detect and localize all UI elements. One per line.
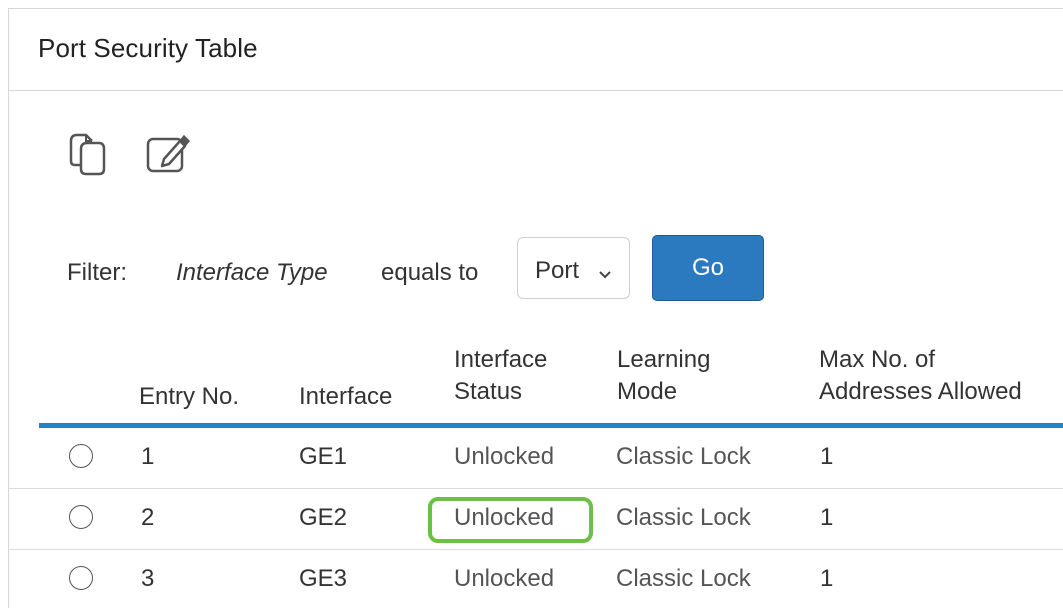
column-header-max-addresses: Max No. of Addresses Allowed <box>819 344 1022 408</box>
status-cell: Unlocked <box>454 443 555 470</box>
interface-cell: GE2 <box>299 504 348 531</box>
max-addresses-cell: 1 <box>820 565 834 592</box>
table-row[interactable]: 3 GE3 Unlocked Classic Lock 1 <box>9 550 1063 608</box>
column-header-interface: Interface <box>299 383 393 410</box>
interface-type-select[interactable]: Port <box>517 237 630 299</box>
filter-operator-label: equals to <box>381 259 479 286</box>
header-line-1: Learning <box>617 346 711 373</box>
row-radio-button[interactable] <box>69 505 93 529</box>
interface-cell: GE1 <box>299 443 348 470</box>
column-header-interface-status: Interface Status <box>454 344 547 408</box>
table-row[interactable]: 1 GE1 Unlocked Classic Lock 1 <box>9 428 1063 489</box>
entry-no-cell: 3 <box>141 565 155 592</box>
row-radio-button[interactable] <box>69 566 93 590</box>
max-addresses-cell: 1 <box>820 504 834 531</box>
column-header-learning-mode: Learning Mode <box>617 344 710 408</box>
chevron-down-icon <box>598 266 612 284</box>
learning-mode-cell: Classic Lock <box>616 565 751 592</box>
header-line-2: Mode <box>617 378 678 405</box>
learning-mode-cell: Classic Lock <box>616 504 751 531</box>
header-line-1: Interface <box>454 346 548 373</box>
copy-icon[interactable] <box>61 127 115 181</box>
interface-cell: GE3 <box>299 565 348 592</box>
learning-mode-cell: Classic Lock <box>616 443 751 470</box>
entry-no-cell: 1 <box>141 443 155 470</box>
column-header-entry-no: Entry No. <box>139 383 240 410</box>
filter-field-label: Interface Type <box>176 259 328 286</box>
port-security-panel: Port Security Table Filter: Interface Ty… <box>8 8 1063 608</box>
header-line-2: Addresses Allowed <box>819 378 1022 405</box>
panel-header: Port Security Table <box>9 9 1063 91</box>
filter-label: Filter: <box>67 259 127 286</box>
table-row[interactable]: 2 GE2 Unlocked Classic Lock 1 <box>9 489 1063 550</box>
header-line-1: Max No. of <box>819 346 936 373</box>
status-cell: Unlocked <box>454 565 555 592</box>
go-button[interactable]: Go <box>652 235 764 301</box>
page-title: Port Security Table <box>38 33 258 63</box>
edit-icon[interactable] <box>141 127 195 181</box>
max-addresses-cell: 1 <box>820 443 834 470</box>
status-cell: Unlocked <box>454 504 555 531</box>
header-line-2: Status <box>454 378 523 405</box>
entry-no-cell: 2 <box>141 504 155 531</box>
select-value: Port <box>535 257 580 284</box>
row-radio-button[interactable] <box>69 444 93 468</box>
